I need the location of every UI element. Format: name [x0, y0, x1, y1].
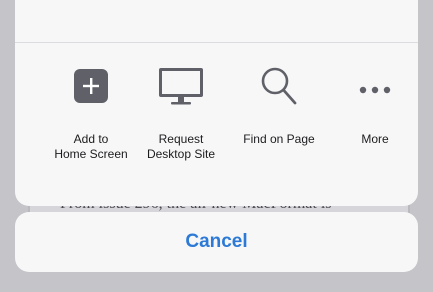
ellipsis-icon: [358, 81, 392, 99]
cancel-button[interactable]: Cancel: [15, 212, 418, 272]
search-icon: [259, 65, 299, 112]
share-sheet: • Add to Home Screen: [15, 0, 418, 206]
share-actions-row: Add to Home Screen Request Desktop Site: [15, 43, 418, 206]
request-desktop-site-label: Request Desktop Site: [146, 132, 216, 161]
monitor-icon: [158, 67, 204, 112]
partial-icon: •: [100, 0, 114, 2]
add-to-home-screen-label: Add to Home Screen: [54, 132, 128, 161]
find-on-page-label: Find on Page: [243, 132, 315, 146]
more-label: More: [361, 132, 389, 146]
screen: From issue 296, the all-new MacFormat is…: [0, 0, 433, 292]
share-sheet-top-row: •: [15, 0, 418, 43]
cancel-label: Cancel: [185, 231, 248, 252]
add-square-icon: [74, 69, 108, 108]
